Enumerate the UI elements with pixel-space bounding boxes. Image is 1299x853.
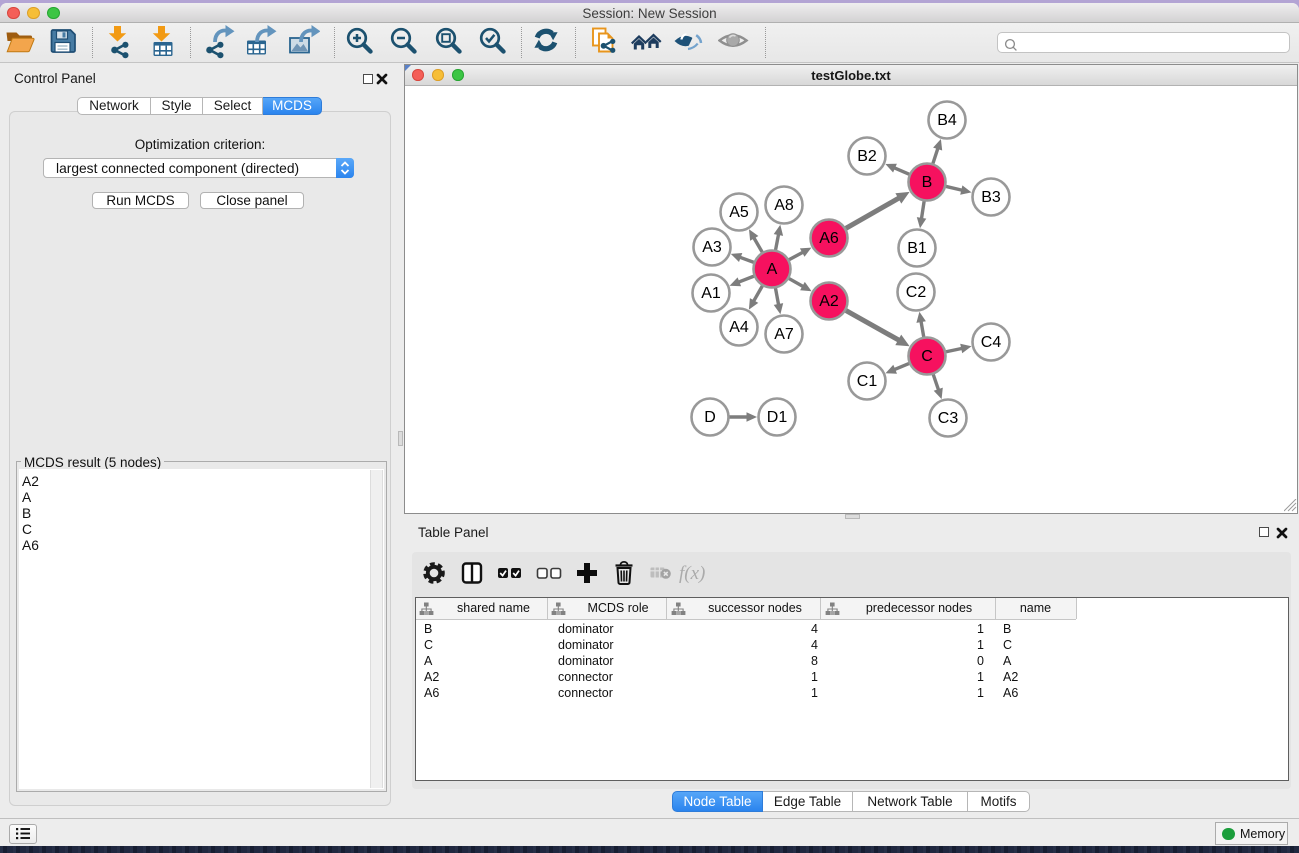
svg-text:A6: A6 [819, 230, 839, 247]
svg-text:B3: B3 [981, 189, 1001, 206]
svg-text:D1: D1 [767, 409, 788, 426]
svg-text:C2: C2 [906, 284, 927, 301]
svg-text:A2: A2 [819, 293, 839, 310]
svg-text:A8: A8 [774, 197, 794, 214]
svg-text:A4: A4 [729, 319, 749, 336]
svg-text:A1: A1 [701, 285, 721, 302]
svg-text:A3: A3 [702, 239, 722, 256]
svg-text:C: C [921, 348, 933, 365]
svg-text:D: D [704, 409, 716, 426]
svg-text:C4: C4 [981, 334, 1002, 351]
svg-text:A5: A5 [729, 204, 749, 221]
svg-text:C3: C3 [938, 410, 959, 427]
svg-text:B2: B2 [857, 148, 877, 165]
svg-text:A7: A7 [774, 326, 794, 343]
svg-text:B: B [922, 174, 933, 191]
svg-text:C1: C1 [857, 373, 878, 390]
svg-text:B4: B4 [937, 112, 957, 129]
svg-text:A: A [767, 261, 778, 278]
svg-text:B1: B1 [907, 240, 927, 257]
svg-text:f(x): f(x) [679, 563, 705, 584]
